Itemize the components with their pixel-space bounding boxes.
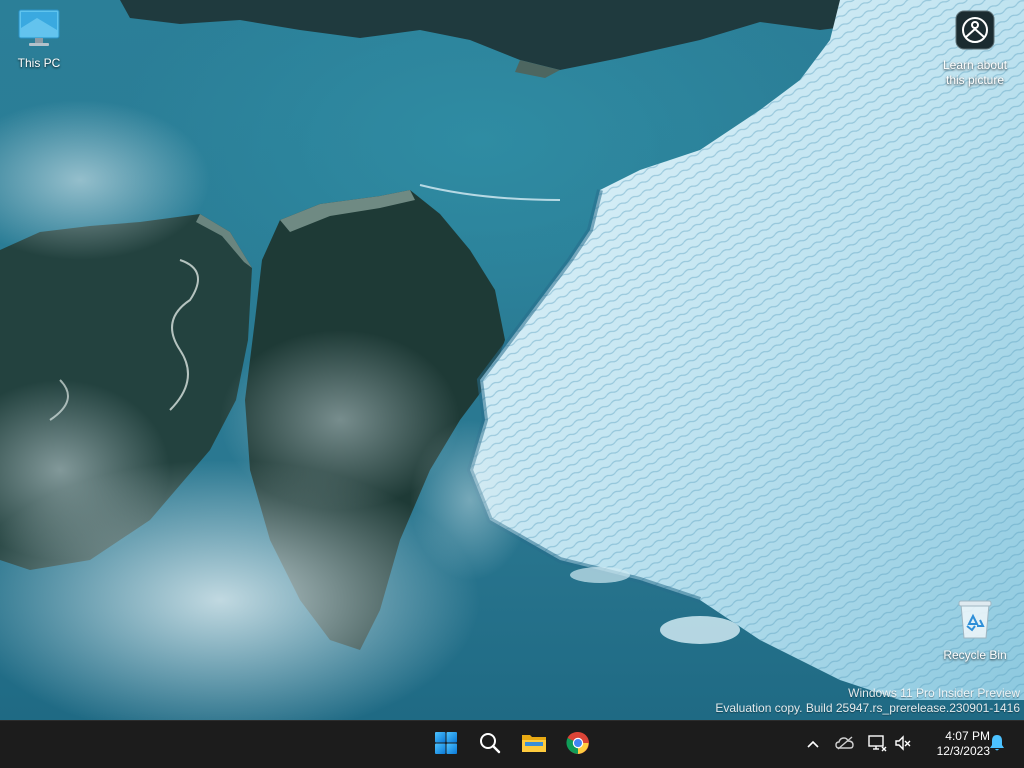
chrome-icon — [566, 731, 590, 760]
search-button[interactable] — [470, 725, 510, 765]
network-icon — [867, 734, 887, 757]
onedrive-tray-button[interactable] — [832, 733, 858, 757]
search-icon — [478, 731, 502, 760]
wallpaper-scene — [0, 0, 1024, 720]
desktop-icon-label: This PC — [17, 56, 61, 70]
volume-muted-icon — [894, 734, 912, 756]
chevron-up-icon — [806, 736, 820, 754]
monitor-icon — [0, 8, 78, 52]
show-hidden-icons-button[interactable] — [800, 733, 826, 757]
volume-tray-button[interactable] — [890, 733, 916, 757]
chrome-button[interactable] — [558, 725, 598, 765]
desktop-icon-label: Learn about this picture — [942, 58, 1008, 87]
onedrive-icon — [835, 735, 855, 755]
notifications-button[interactable] — [984, 733, 1010, 757]
taskbar: 4:07 PM 12/3/2023 — [0, 720, 1024, 768]
recycle-bin-icon — [936, 598, 1014, 644]
taskbar-clock[interactable]: 4:07 PM 12/3/2023 — [918, 729, 990, 759]
windows-watermark: Windows 11 Pro Insider Preview Evaluatio… — [715, 686, 1020, 716]
desktop-icon-label: Recycle Bin — [943, 648, 1007, 662]
bell-icon — [989, 734, 1005, 757]
folder-icon — [521, 732, 547, 759]
desktop-icon-this-pc[interactable]: This PC — [0, 8, 78, 71]
windows-logo-icon — [434, 731, 458, 760]
desktop-icon-learn-about-picture[interactable]: Learn about this picture — [936, 10, 1014, 88]
clock-time: 4:07 PM — [945, 729, 990, 743]
file-explorer-button[interactable] — [514, 725, 554, 765]
desktop-wallpaper — [0, 0, 1024, 720]
watermark-edition: Windows 11 Pro Insider Preview — [848, 686, 1020, 700]
network-tray-button[interactable] — [864, 733, 890, 757]
desktop-icon-recycle-bin[interactable]: Recycle Bin — [936, 598, 1014, 663]
learn-about-picture-icon — [936, 10, 1014, 54]
start-button[interactable] — [426, 725, 466, 765]
clock-date: 12/3/2023 — [936, 744, 990, 758]
watermark-build: Evaluation copy. Build 25947.rs_prerelea… — [715, 701, 1020, 715]
